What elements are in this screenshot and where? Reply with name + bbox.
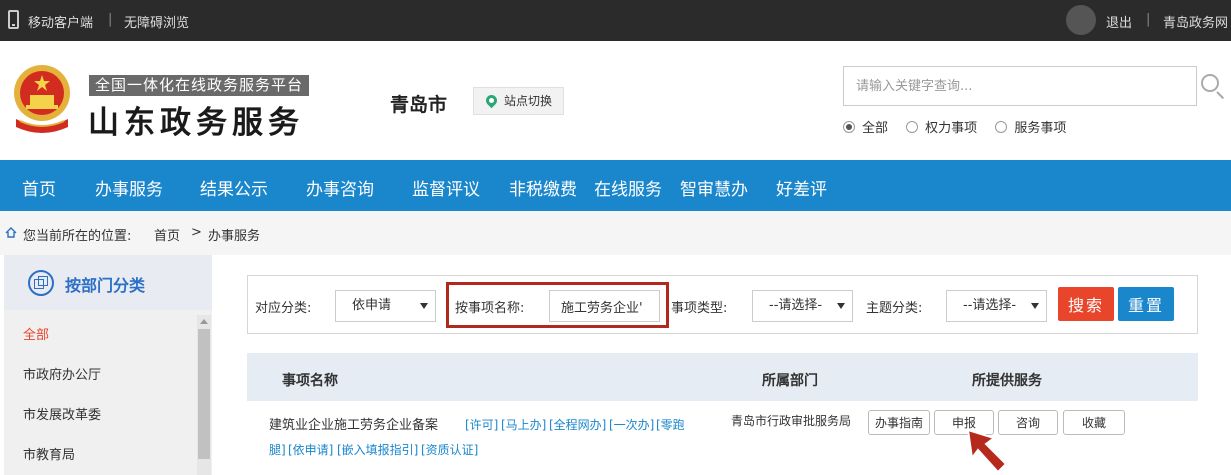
user-avatar[interactable] xyxy=(1066,5,1096,35)
radio-label: 全部 xyxy=(862,121,889,136)
divider: | xyxy=(1146,12,1151,27)
site-switch-button[interactable]: 站点切换 xyxy=(473,87,564,115)
sidebar-title: 按部门分类 xyxy=(65,276,146,295)
scroll-thumb[interactable] xyxy=(198,329,210,459)
nav-services[interactable]: 办事服务 xyxy=(95,175,163,200)
pointer-arrow-icon xyxy=(966,428,1008,474)
scroll-up-icon[interactable] xyxy=(200,319,208,324)
favorite-button[interactable]: 收藏 xyxy=(1063,410,1125,435)
site-switch-label: 站点切换 xyxy=(504,94,553,108)
nav-results[interactable]: 结果公示 xyxy=(200,175,268,200)
tag-one-visit[interactable]: [一次办] xyxy=(609,416,654,433)
sidebar-scrollbar[interactable] xyxy=(197,315,211,475)
theme-value: --请选择- xyxy=(963,298,1017,313)
nav-nontax[interactable]: 非税缴费 xyxy=(509,175,577,200)
sidebar-header: 按部门分类 xyxy=(4,255,212,310)
breadcrumb-separator: > xyxy=(191,225,202,240)
search-input[interactable] xyxy=(843,66,1197,106)
filter-panel: 对应分类: 依申请 按事项名称: 事项类型: --请选择- 主题分类: --请选… xyxy=(247,275,1198,334)
phone-icon xyxy=(8,10,19,29)
sidebar-item-all[interactable]: 全部 xyxy=(23,324,49,343)
sidebar-item-education[interactable]: 市教育局 xyxy=(23,444,75,463)
city-name: 青岛市 xyxy=(390,94,448,116)
tag-zero-trip-cont[interactable]: 腿] xyxy=(269,441,286,458)
table-header: 事项名称 所属部门 所提供服务 xyxy=(247,353,1198,401)
guide-button[interactable]: 办事指南 xyxy=(868,410,930,435)
accessible-browse-link[interactable]: 无障碍浏览 xyxy=(124,12,189,31)
radio-power-items[interactable]: 权力事项 xyxy=(906,117,977,136)
top-bar: 移动客户端 | 无障碍浏览 退出 | 青岛政务网 xyxy=(0,0,1231,41)
main-nav: 首页 办事服务 结果公示 办事咨询 监督评议 非税缴费 在线服务 智审慧办 好差… xyxy=(0,160,1231,211)
col-item-name: 事项名称 xyxy=(282,373,338,389)
breadcrumb-home[interactable]: 首页 xyxy=(154,225,180,244)
nav-smart-review[interactable]: 智审慧办 xyxy=(680,175,748,200)
radio-service-items[interactable]: 服务事项 xyxy=(995,117,1066,136)
radio-dot[interactable] xyxy=(995,120,1008,133)
category-label: 对应分类: xyxy=(255,301,312,316)
reset-button[interactable]: 重置 xyxy=(1118,287,1174,321)
radio-dot[interactable] xyxy=(843,120,855,133)
type-label: 事项类型: xyxy=(671,301,728,316)
breadcrumb: 您当前所在的位置: 首页 > 办事服务 xyxy=(0,211,1231,255)
location-pin-icon xyxy=(483,92,500,109)
theme-label: 主题分类: xyxy=(866,301,923,316)
chevron-down-icon xyxy=(1031,303,1039,309)
radio-all[interactable]: 全部 xyxy=(843,117,888,136)
department-icon xyxy=(28,270,54,296)
nav-supervise[interactable]: 监督评议 xyxy=(412,175,480,200)
item-name-input[interactable] xyxy=(549,290,660,322)
category-value: 依申请 xyxy=(352,298,392,313)
search-icon[interactable] xyxy=(1201,74,1219,92)
sidebar-item-gov-office[interactable]: 市政府办公厅 xyxy=(23,364,101,383)
search-button[interactable]: 搜索 xyxy=(1058,287,1114,321)
radio-label: 服务事项 xyxy=(1014,121,1067,136)
national-emblem-icon xyxy=(14,65,70,133)
tag-qualification[interactable]: [资质认证] xyxy=(421,441,478,458)
search-scope-radios: 全部 权力事项 服务事项 xyxy=(843,117,1080,137)
col-services: 所提供服务 xyxy=(972,373,1042,389)
tag-fully-online[interactable]: [全程网办] xyxy=(549,416,606,433)
mobile-client-link[interactable]: 移动客户端 xyxy=(28,12,93,31)
department-cell: 青岛市行政审批服务局 xyxy=(731,414,852,428)
portal-link[interactable]: 青岛政务网 xyxy=(1163,12,1228,31)
category-select[interactable]: 依申请 xyxy=(335,290,436,322)
nav-home[interactable]: 首页 xyxy=(22,175,56,200)
type-value: --请选择- xyxy=(769,298,823,313)
tag-zero-trip[interactable]: [零跑 xyxy=(656,416,685,433)
breadcrumb-current: 办事服务 xyxy=(208,229,261,244)
nav-online[interactable]: 在线服务 xyxy=(594,175,662,200)
site-title: 山东政务服务 xyxy=(88,105,304,141)
chevron-down-icon xyxy=(837,303,845,309)
nav-consult[interactable]: 办事咨询 xyxy=(306,175,374,200)
site-header: 全国一体化在线政务服务平台 山东政务服务 青岛市 站点切换 全部 权力事项 服务… xyxy=(0,41,1231,160)
item-title-link[interactable]: 建筑业企业施工劳务企业备案 xyxy=(269,414,438,433)
home-icon xyxy=(5,227,17,238)
radio-label: 权力事项 xyxy=(925,121,978,136)
tag-fill-guide[interactable]: [嵌入填报指引] xyxy=(337,441,418,458)
radio-dot[interactable] xyxy=(906,120,919,133)
breadcrumb-prefix: 您当前所在的位置: xyxy=(23,229,132,244)
tag-on-request[interactable]: [依申请] xyxy=(288,441,333,458)
chevron-down-icon xyxy=(420,303,428,309)
theme-select[interactable]: --请选择- xyxy=(946,290,1047,322)
platform-tag: 全国一体化在线政务服务平台 xyxy=(89,75,310,96)
type-select[interactable]: --请选择- xyxy=(752,290,853,322)
col-department: 所属部门 xyxy=(762,373,818,389)
name-label: 按事项名称: xyxy=(455,301,525,316)
logout-link[interactable]: 退出 xyxy=(1106,12,1132,31)
tag-license[interactable]: [许可] xyxy=(465,416,498,433)
divider: | xyxy=(108,12,113,27)
sidebar-item-development[interactable]: 市发展改革委 xyxy=(23,404,101,423)
department-sidebar: 按部门分类 全部 市政府办公厅 市发展改革委 市教育局 xyxy=(4,255,212,475)
nav-rating[interactable]: 好差评 xyxy=(776,175,827,200)
tag-immediate[interactable]: [马上办] xyxy=(501,416,546,433)
